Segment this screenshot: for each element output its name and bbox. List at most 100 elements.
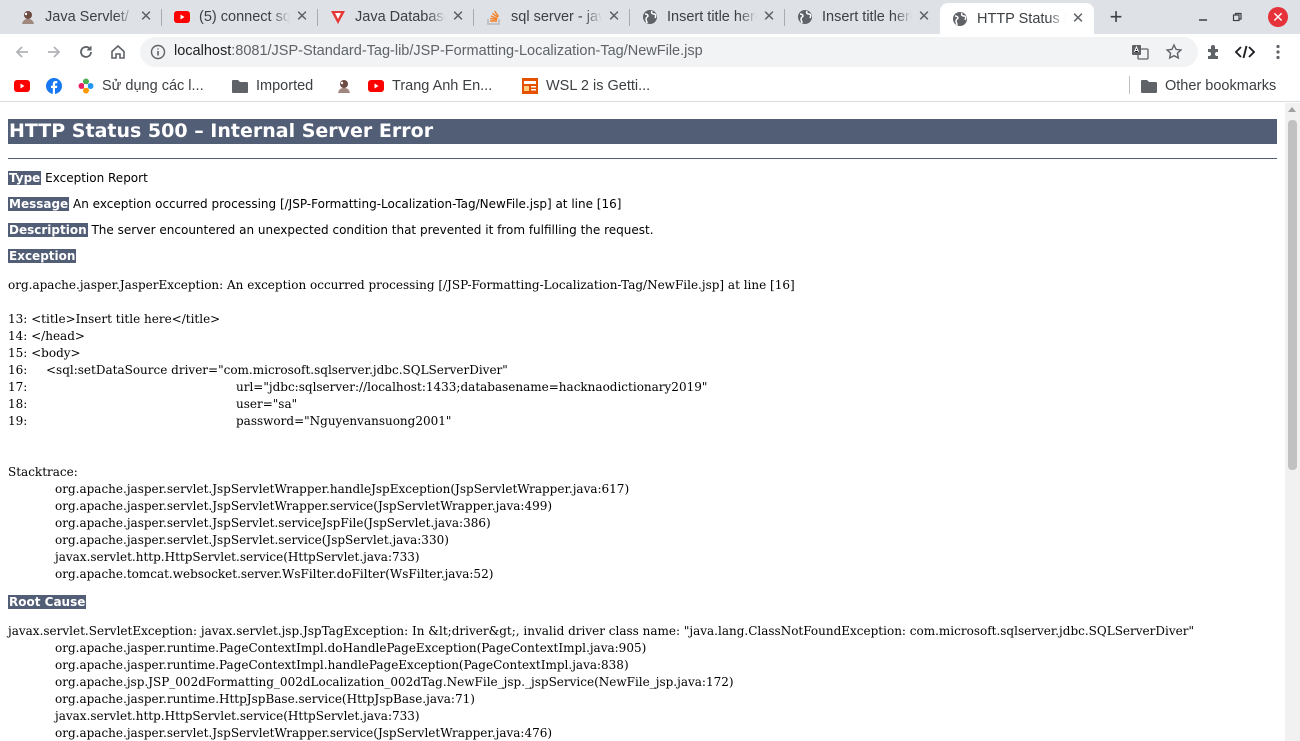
reload-icon[interactable] (75, 41, 97, 63)
description-row: Description The server encountered an un… (8, 223, 654, 238)
stack-line: org.apache.jasper.servlet.JspServlet.ser… (55, 533, 449, 547)
message-label: Message (8, 197, 70, 211)
tab-strip: Java Servlet/ ✕ (5) connect sql ✕ Java D… (0, 0, 1300, 34)
stackoverflow-icon (486, 9, 502, 25)
toolbar: localhost:8081/JSP-Standard-Tag-lib/JSP-… (0, 34, 1300, 70)
divider (8, 158, 1277, 159)
vivaldi-icon (330, 9, 346, 25)
code-line: 16: <sql:setDataSource driver="com.micro… (8, 363, 508, 377)
type-value: Exception Report (45, 171, 148, 185)
tab-label: Insert title here (822, 9, 912, 25)
stack-line: org.apache.jasper.servlet.JspServletWrap… (55, 482, 630, 496)
stack-line: org.apache.jasper.runtime.PageContextImp… (55, 658, 629, 672)
devtools-icon[interactable] (1235, 42, 1255, 62)
globe-icon (642, 9, 658, 25)
stack-line: org.apache.jasper.servlet.JspServletWrap… (55, 726, 553, 740)
avatar-icon (20, 9, 36, 25)
back-icon[interactable] (11, 41, 33, 63)
exception-row: Exception (8, 249, 77, 264)
scrollbar-thumb[interactable] (1288, 120, 1297, 470)
root-cause-row: Root Cause (8, 595, 87, 610)
tab-label: Java Servlet/ (45, 9, 129, 25)
type-label: Type (8, 171, 42, 185)
bookmark-su-dung[interactable]: Sử dụng các l... (78, 76, 204, 96)
tab-label: Insert title here (667, 9, 757, 25)
window-close-icon[interactable]: ✕ (1268, 7, 1288, 27)
tab-insert-title-1[interactable]: Insert title here ✕ (630, 0, 785, 34)
restore-icon[interactable] (1227, 7, 1247, 27)
bookmark-imported[interactable]: Imported (232, 76, 313, 96)
tab-sql-server-java[interactable]: sql server - java ✕ (474, 0, 630, 34)
other-bookmarks[interactable]: Other bookmarks (1141, 76, 1276, 96)
forward-icon[interactable] (43, 41, 65, 63)
code-line: 17: url="jdbc:sqlserver://localhost:1433… (8, 380, 708, 394)
close-icon[interactable]: ✕ (450, 9, 466, 25)
extensions-icon[interactable] (1204, 42, 1224, 62)
translate-icon[interactable] (1130, 42, 1150, 62)
close-icon[interactable]: ✕ (138, 9, 154, 25)
tab-label: sql server - java (511, 9, 602, 25)
globe-icon (952, 11, 968, 27)
message-value: An exception occurred processing [/JSP-F… (73, 197, 622, 211)
code-line: 18: user="sa" (8, 397, 298, 411)
folder-icon (232, 78, 248, 94)
page-title: HTTP Status 500 – Internal Server Error (8, 119, 1277, 144)
tab-connect-sql[interactable]: (5) connect sql ✕ (162, 0, 318, 34)
bookmark-youtube[interactable] (14, 76, 38, 96)
flower-icon (78, 78, 94, 94)
menu-icon[interactable] (1268, 42, 1288, 62)
minimize-icon[interactable] (1193, 7, 1213, 27)
youtube-icon (368, 78, 384, 94)
close-icon[interactable]: ✕ (761, 9, 777, 25)
stack-line: org.apache.jasper.runtime.HttpJspBase.se… (55, 692, 475, 706)
exception-text: org.apache.jasper.JasperException: An ex… (8, 278, 795, 292)
news-icon (522, 78, 538, 94)
stack-line: org.apache.jasper.runtime.PageContextImp… (55, 641, 647, 655)
close-icon[interactable]: ✕ (916, 9, 932, 25)
bookmarks-separator (1129, 76, 1130, 94)
home-icon[interactable] (107, 41, 129, 63)
globe-icon (797, 9, 813, 25)
bookmark-avatar[interactable] (336, 76, 360, 96)
tab-java-database[interactable]: Java Database ✕ (318, 0, 474, 34)
close-icon[interactable]: ✕ (606, 9, 622, 25)
stacktrace-label: Stacktrace: (8, 465, 78, 479)
tab-label: HTTP Status 500 (977, 10, 1066, 27)
url-host: localhost (174, 43, 232, 59)
tab-http-status-500[interactable]: HTTP Status 500 ✕ (940, 3, 1094, 34)
facebook-icon (46, 78, 62, 94)
bookmark-star-icon[interactable] (1164, 42, 1184, 62)
folder-icon (1141, 78, 1157, 94)
tab-insert-title-2[interactable]: Insert title here ✕ (785, 0, 940, 34)
new-tab-button[interactable]: + (1104, 6, 1128, 30)
youtube-icon (14, 78, 30, 94)
stack-line: org.apache.jasper.servlet.JspServlet.ser… (55, 516, 491, 530)
description-value: The server encountered an unexpected con… (91, 223, 654, 237)
message-row: Message An exception occurred processing… (8, 197, 621, 212)
tab-java-servlet[interactable]: Java Servlet/ ✕ (8, 0, 162, 34)
stack-line: javax.servlet.http.HttpServlet.service(H… (55, 550, 420, 564)
code-line: 13: <title>Insert title here</title> (8, 312, 221, 326)
stack-line: javax.servlet.http.HttpServlet.service(H… (55, 709, 420, 723)
url-path: :8081/JSP-Standard-Tag-lib/JSP-Formattin… (231, 43, 703, 59)
address-bar[interactable]: localhost:8081/JSP-Standard-Tag-lib/JSP-… (140, 37, 1198, 67)
bookmark-wsl2[interactable]: WSL 2 is Getti... (522, 76, 650, 96)
bookmark-trang-anh[interactable]: Trang Anh En... (368, 76, 492, 96)
info-icon[interactable] (150, 44, 166, 60)
scroll-up-icon[interactable] (1288, 107, 1296, 112)
type-row: Type Exception Report (8, 171, 148, 186)
youtube-icon (174, 9, 190, 25)
bookmark-facebook[interactable] (46, 76, 70, 96)
description-label: Description (8, 223, 88, 237)
root-cause-label: Root Cause (8, 595, 87, 609)
avatar-icon (336, 78, 352, 94)
root-cause-text: javax.servlet.ServletException: javax.se… (8, 624, 1194, 638)
code-line: 14: </head> (8, 329, 85, 343)
vertical-scrollbar[interactable] (1285, 103, 1300, 741)
code-line: 15: <body> (8, 346, 81, 360)
close-icon[interactable]: ✕ (294, 9, 310, 25)
bookmarks-bar: Sử dụng các l... Imported Trang Anh En..… (0, 70, 1300, 102)
tab-label: Java Database (355, 9, 446, 25)
page-content: HTTP Status 500 – Internal Server Error … (0, 103, 1285, 741)
close-icon[interactable]: ✕ (1070, 10, 1086, 27)
